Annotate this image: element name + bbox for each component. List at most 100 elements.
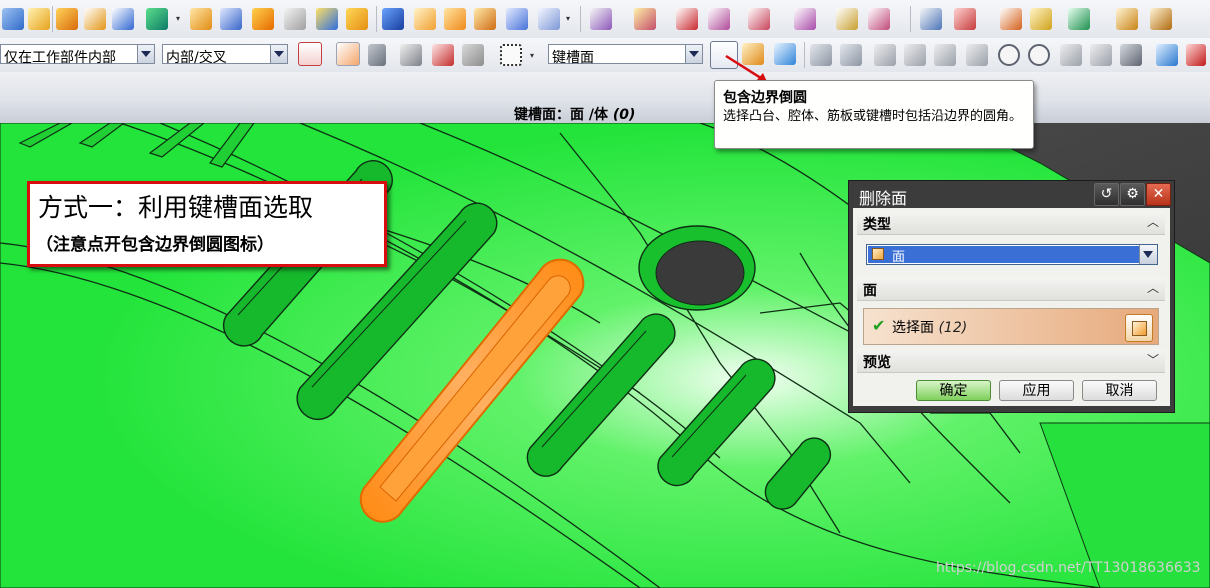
replace-face-icon[interactable] [708,8,730,30]
sketch-icon[interactable] [2,8,24,30]
snap-center-icon[interactable] [998,44,1020,66]
group-preview-header[interactable]: 预览 ﹀ [857,349,1165,373]
filter-scope-value: 仅在工作部件内部 [4,50,116,66]
filter-intersect-value: 内部/交叉 [166,50,227,66]
main-toolbar: ▾ ▾ [0,0,1210,39]
callout-note: （注意点开包含边界倒圆图标） [36,235,274,255]
select-face-count: (12) [938,320,968,336]
snap-line-icon[interactable] [874,44,896,66]
trim-body-icon[interactable] [538,8,560,30]
tooltip: 包含边界倒圆 选择凸台、腔体、筋板或键槽时包括沿边界的圆角。 [714,80,1034,149]
group-type-header[interactable]: 类型 ︿ [857,211,1165,235]
apply-button[interactable]: 应用 [999,380,1074,401]
chevron-down-icon[interactable] [1139,245,1157,264]
render-style-icon[interactable] [1186,44,1206,66]
snap-point-icon[interactable] [298,42,322,66]
draft-icon[interactable] [506,8,528,30]
type-select[interactable]: 面 [866,244,1158,265]
status-count: (0) [612,107,636,123]
snap-intersection-icon[interactable] [966,44,988,66]
settings-icon[interactable]: ⚙ [1120,183,1145,206]
group-type-label: 类型 [863,217,891,233]
deselect-icon[interactable] [400,44,422,66]
snap-on-face-icon[interactable] [1120,44,1142,66]
chevron-down-icon[interactable] [137,45,154,63]
select-chain-icon[interactable] [462,44,484,66]
edge-blend-icon[interactable] [414,8,436,30]
extrude-icon[interactable] [190,8,212,30]
select-face-label: 选择面 [892,320,934,336]
sketch-edit-icon[interactable] [28,8,50,30]
face-icon [872,248,884,260]
reset-icon[interactable]: ↺ [1094,183,1119,206]
filter-intersect-combo[interactable]: 内部/交叉 [162,44,288,66]
chevron-down-icon[interactable] [685,45,702,63]
measure-distance-icon[interactable] [1116,8,1138,30]
selection-bar: 仅在工作部件内部 内部/交叉 ▾ 键槽面 [0,38,1210,73]
offset-region-icon[interactable] [748,8,770,30]
chamfer-icon[interactable] [444,8,466,30]
copy-face-icon[interactable] [836,8,858,30]
tooltip-title: 包含边界倒圆 [723,90,807,106]
analysis-icon[interactable] [1030,8,1052,30]
close-icon[interactable]: ✕ [1146,183,1171,206]
undo-select-icon[interactable] [368,44,386,66]
shell-icon[interactable] [474,8,496,30]
select-face-row[interactable]: ✔ 选择面 (12) [863,308,1159,345]
cancel-button[interactable]: 取消 [1082,380,1157,401]
revolve-icon[interactable] [220,8,242,30]
group-face-label: 面 [863,283,877,299]
snap-point-on-icon[interactable] [1060,44,1082,66]
view-orient-icon[interactable] [1068,8,1090,30]
dialog-body: 类型 ︿ 面 面 ︿ ✔ 选择面 (12) 预览 ﹀ 确定 应用 取消 [853,208,1170,406]
rectangle-select-icon[interactable] [500,44,522,66]
delete-face-icon[interactable] [676,8,698,30]
chevron-down-icon[interactable]: ﹀ [1145,351,1161,367]
pull-face-icon[interactable] [634,8,656,30]
snap-on-curve-icon[interactable] [1090,44,1112,66]
status-prompt: 键槽面：面 /体 (0) [514,107,636,123]
face-picker-icon[interactable] [1125,314,1153,342]
mirror-face-icon[interactable] [868,8,890,30]
dialog-title: 删除面 [859,189,908,208]
unite-icon[interactable] [382,8,404,30]
chevron-up-icon[interactable]: ︿ [1145,213,1161,229]
tooltip-body: 选择凸台、腔体、筋板或键槽时包括沿边界的圆角。 [723,109,1023,124]
group-preview-label: 预览 [863,355,891,371]
group-face-header[interactable]: 面 ︿ [857,277,1165,301]
callout-heading: 方式一：利用键槽面选取 [38,193,314,222]
hole-icon[interactable] [112,8,134,30]
cylinder-icon[interactable] [346,8,368,30]
snap-curve-icon[interactable] [934,44,956,66]
snap-midpoint-icon[interactable] [840,44,862,66]
resize-blend-icon[interactable] [794,8,816,30]
pad-icon[interactable] [56,8,78,30]
delete-face-dialog: 删除面 ↺ ⚙ ✕ 类型 ︿ 面 面 ︿ ✔ 选择面 (12) 预览 ﹀ 确定 … [848,180,1175,413]
face-rule-combo[interactable]: 键槽面 [548,44,703,66]
quick-pick-icon[interactable] [432,44,454,66]
shaded-view-icon[interactable] [1156,44,1178,66]
csys-icon[interactable] [954,8,976,30]
thicken-icon[interactable] [284,8,306,30]
measure-angle-icon[interactable] [1150,8,1172,30]
watermark: https://blog.csdn.net/TT13018636633 [936,560,1201,576]
ok-button[interactable]: 确定 [916,380,991,401]
chevron-down-icon[interactable] [270,45,287,63]
block-icon[interactable] [316,8,338,30]
move-face-icon[interactable] [590,8,612,30]
snap-control-icon[interactable] [904,44,926,66]
checkmark-icon: ✔ [872,316,886,335]
layer-icon[interactable] [920,8,942,30]
chevron-up-icon[interactable]: ︿ [1145,279,1161,295]
filter-scope-combo[interactable]: 仅在工作部件内部 [0,44,155,66]
type-select-value: 面 [892,250,906,265]
select-body-icon[interactable] [336,42,360,66]
snap-quadrant-icon[interactable] [1028,44,1050,66]
annotation-callout: 方式一：利用键槽面选取 （注意点开包含边界倒圆图标） [27,181,387,267]
sweep-icon[interactable] [252,8,274,30]
wcs-icon[interactable] [1000,8,1022,30]
snap-endpoint-icon[interactable] [810,44,832,66]
point-set-icon[interactable] [146,8,168,30]
boss-icon[interactable] [84,8,106,30]
face-rule-value: 键槽面 [552,50,594,66]
